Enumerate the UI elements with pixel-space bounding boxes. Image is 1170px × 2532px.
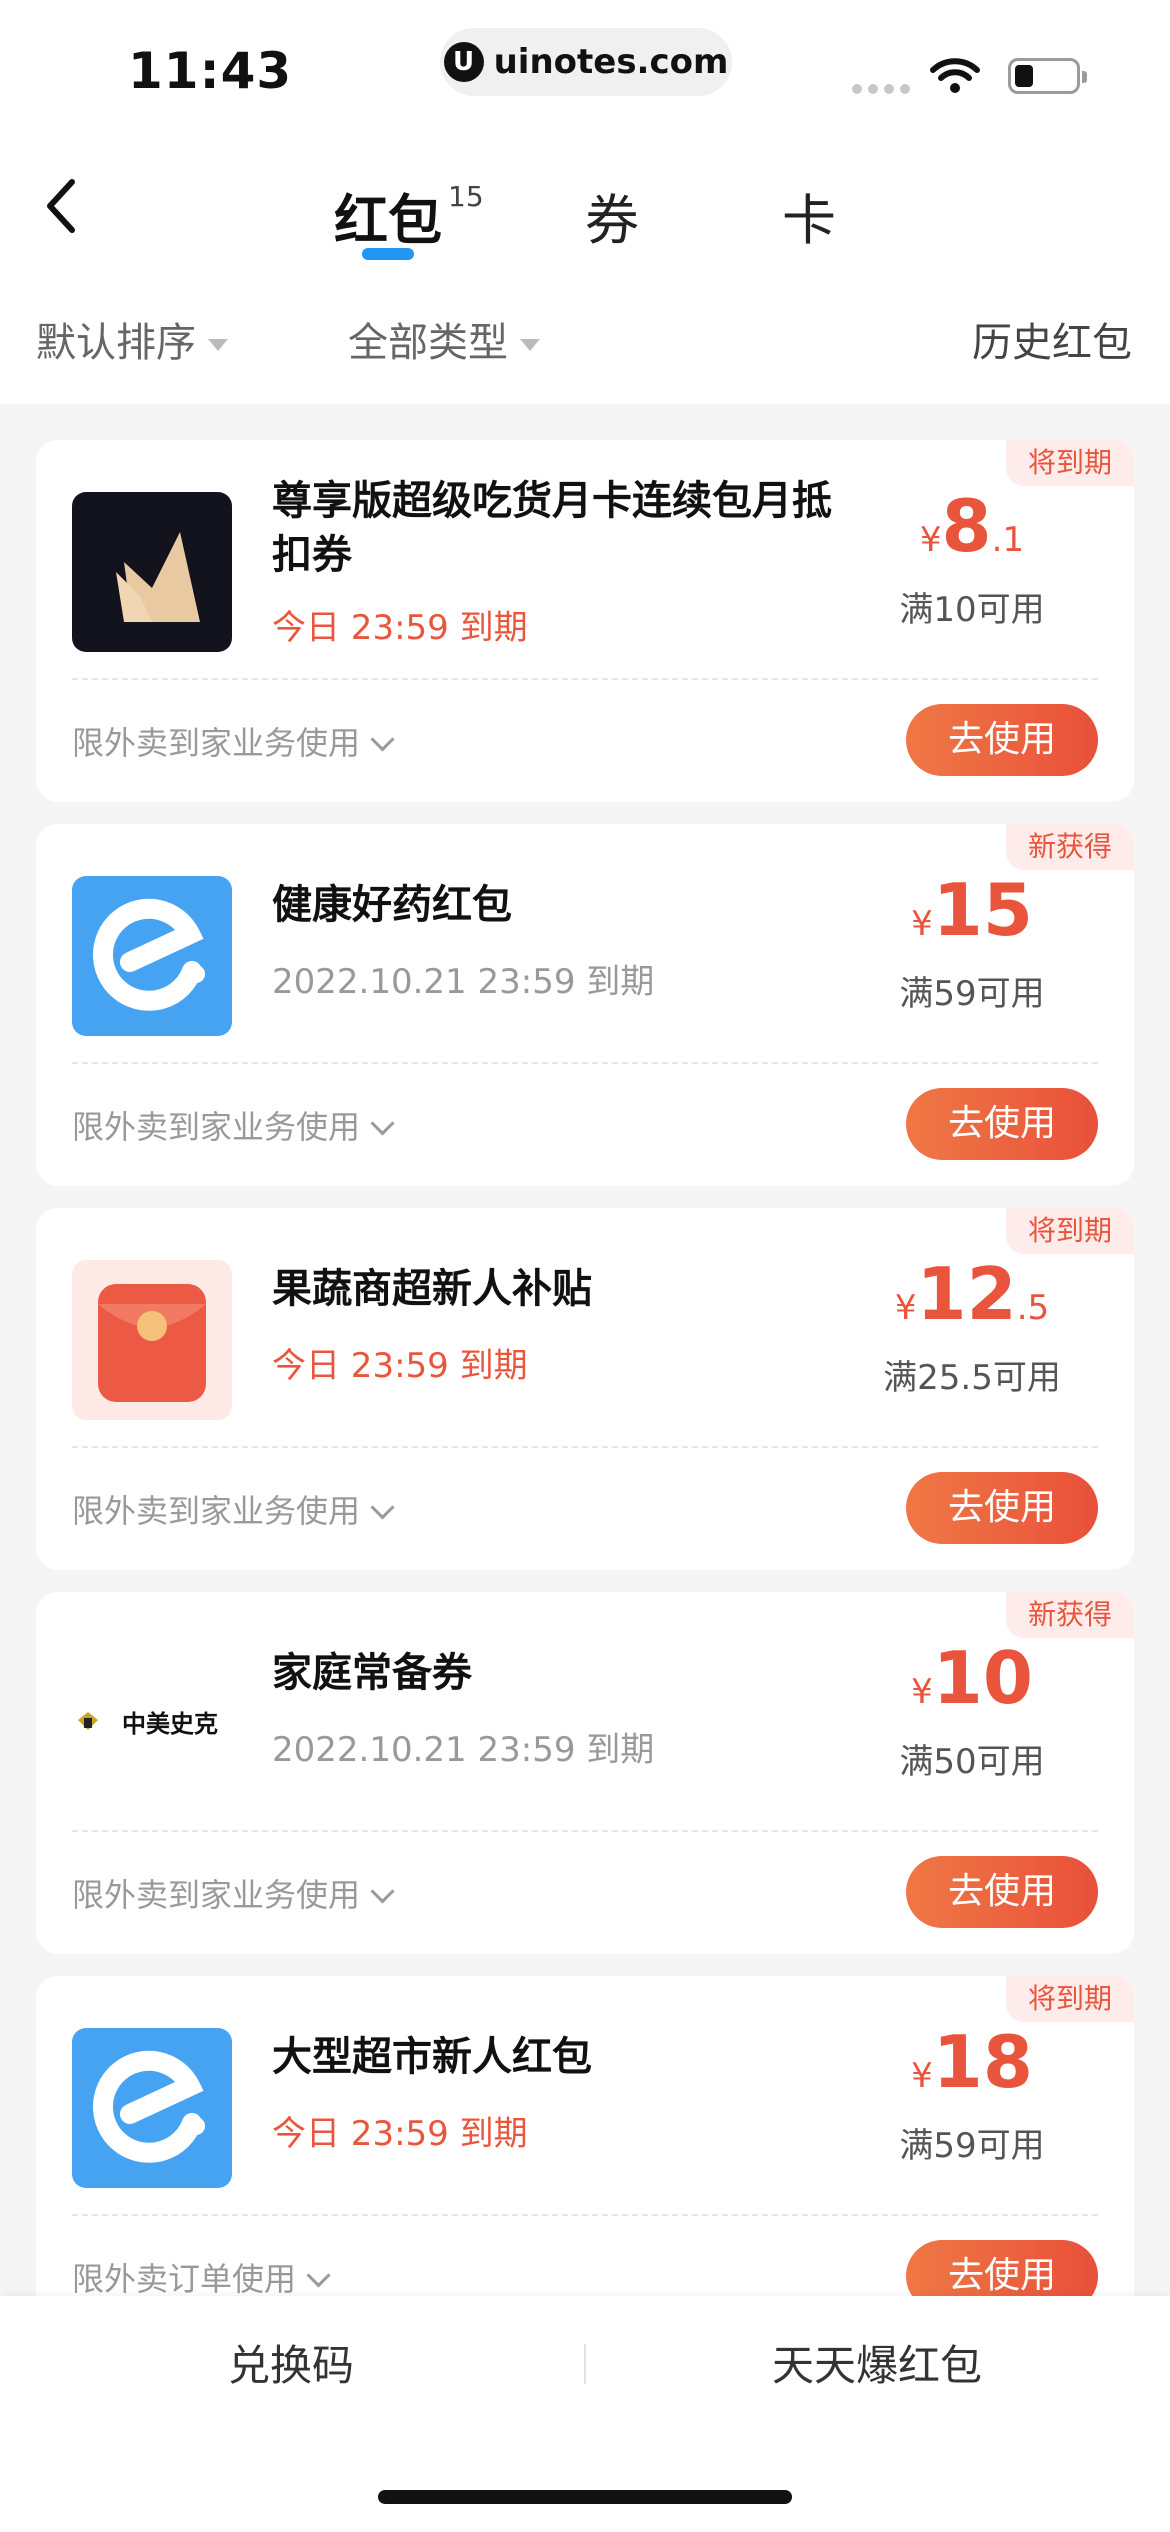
divider	[72, 1446, 1098, 1448]
coupon-card[interactable]: 尊享版超级吃货月卡连续包月抵扣券 今日 23:59 到期 ¥8.1 满10可用 …	[36, 440, 1134, 802]
url-pill[interactable]: U uinotes.com	[440, 28, 732, 96]
crown-icon	[72, 492, 232, 652]
coupon-card[interactable]: 健康好药红包 2022.10.21 23:59 到期 ¥15 满59可用 新获得…	[36, 824, 1134, 1186]
coupon-threshold: 满25.5可用	[883, 1358, 1061, 1398]
use-button[interactable]: 去使用	[906, 1856, 1098, 1928]
chevron-down-icon	[370, 1879, 395, 1904]
back-chevron-icon[interactable]	[40, 176, 84, 236]
coupon-title: 果蔬商超新人补贴	[272, 1266, 592, 1312]
chevron-down-icon	[370, 727, 395, 752]
divider	[72, 678, 1098, 680]
currency-symbol: ¥	[911, 904, 933, 944]
amount-decimal: .5	[1016, 1288, 1050, 1328]
currency-symbol: ¥	[911, 1672, 933, 1712]
home-indicator[interactable]	[378, 2490, 792, 2504]
url-text: uinotes.com	[493, 42, 729, 82]
caret-down-icon	[520, 339, 540, 351]
coupon-amount: ¥8.1	[842, 484, 1102, 568]
coupon-threshold: 满10可用	[899, 590, 1045, 630]
tab-ka[interactable]: 卡	[782, 176, 836, 255]
coupon-card[interactable]: 果蔬商超新人补贴 今日 23:59 到期 ¥12.5 满25.5可用 将到期 限…	[36, 1208, 1134, 1570]
eleme-logo-icon	[72, 2028, 232, 2188]
scope-expand[interactable]: 限外卖到家业务使用	[72, 1870, 395, 1916]
chevron-down-icon	[370, 1111, 395, 1136]
divider	[72, 1830, 1098, 1832]
coupon-title: 家庭常备券	[272, 1650, 472, 1696]
divider	[72, 1062, 1098, 1064]
use-button[interactable]: 去使用	[906, 1472, 1098, 1544]
sort-label: 默认排序	[36, 320, 196, 366]
coupon-expiry: 今日 23:59 到期	[272, 2114, 528, 2154]
wifi-icon	[930, 58, 980, 93]
coupon-expiry: 今日 23:59 到期	[272, 1346, 528, 1386]
active-tab-indicator	[362, 248, 414, 260]
coupon-threshold: 满59可用	[899, 974, 1045, 1014]
coupon-amount: ¥12.5	[842, 1252, 1102, 1336]
coupon-title: 大型超市新人红包	[272, 2034, 592, 2080]
sort-dropdown[interactable]: 默认排序	[36, 310, 228, 368]
tab-hongbao-count: 15	[448, 180, 484, 213]
battery-icon	[1008, 58, 1087, 94]
status-badge: 新获得	[1005, 824, 1134, 870]
tab-hongbao[interactable]: 红包	[334, 176, 442, 255]
status-time: 11:43	[128, 42, 293, 100]
coupon-expiry: 2022.10.21 23:59 到期	[272, 1730, 655, 1770]
scope-expand[interactable]: 限外卖到家业务使用	[72, 1102, 395, 1148]
header: 11:43 U uinotes.com 红包 15 券 卡 默认排序 全部类型 …	[0, 0, 1170, 404]
eleme-logo-icon	[72, 876, 232, 1036]
currency-symbol: ¥	[911, 2056, 933, 2096]
history-link[interactable]: 历史红包	[972, 310, 1132, 368]
daily-red-packet-button[interactable]: 天天爆红包	[772, 2332, 982, 2393]
currency-symbol: ¥	[894, 1288, 917, 1328]
scope-label: 限外卖到家业务使用	[72, 1108, 361, 1146]
scope-expand[interactable]: 限外卖到家业务使用	[72, 718, 395, 764]
chevron-down-icon	[306, 2263, 331, 2288]
coupon-amount: ¥18	[842, 2020, 1102, 2104]
coupon-card[interactable]: 大型超市新人红包 今日 23:59 到期 ¥18 满59可用 将到期 限外卖订单…	[36, 1976, 1134, 2338]
redeem-code-button[interactable]: 兑换码	[228, 2332, 354, 2393]
amount-integer: 18	[932, 2020, 1033, 2104]
amount-integer: 8	[941, 484, 992, 568]
amount-integer: 12	[916, 1252, 1017, 1336]
use-button[interactable]: 去使用	[906, 704, 1098, 776]
divider	[72, 2214, 1098, 2216]
tab-quan[interactable]: 券	[585, 176, 639, 255]
currency-symbol: ¥	[919, 520, 942, 560]
coupon-amount: ¥15	[842, 868, 1102, 952]
site-logo-icon: U	[443, 42, 484, 82]
scope-label: 限外卖到家业务使用	[72, 724, 361, 762]
amount-integer: 10	[932, 1636, 1033, 1720]
status-badge: 将到期	[1005, 1208, 1134, 1254]
scope-label: 限外卖到家业务使用	[72, 1876, 361, 1914]
type-label: 全部类型	[348, 320, 508, 366]
cellular-signal-icon	[852, 84, 910, 94]
amount-decimal: .1	[991, 520, 1025, 560]
brand-logo-text: 中美史克	[122, 1710, 218, 1738]
scope-expand[interactable]: 限外卖订单使用	[72, 2254, 331, 2300]
coupon-threshold: 满59可用	[899, 2126, 1045, 2166]
use-button[interactable]: 去使用	[906, 1088, 1098, 1160]
scope-label: 限外卖到家业务使用	[72, 1492, 361, 1530]
scope-expand[interactable]: 限外卖到家业务使用	[72, 1486, 395, 1532]
coupon-threshold: 满50可用	[899, 1742, 1045, 1782]
coupon-expiry: 2022.10.21 23:59 到期	[272, 962, 655, 1002]
coupon-card[interactable]: 中美史克 家庭常备券 2022.10.21 23:59 到期 ¥10 满50可用…	[36, 1592, 1134, 1954]
caret-down-icon	[208, 339, 228, 351]
scope-label: 限外卖订单使用	[72, 2260, 297, 2298]
status-badge: 将到期	[1005, 440, 1134, 486]
status-badge: 新获得	[1005, 1592, 1134, 1638]
coupon-title: 健康好药红包	[272, 882, 512, 928]
divider	[584, 2344, 586, 2384]
type-dropdown[interactable]: 全部类型	[348, 310, 540, 368]
chevron-down-icon	[370, 1495, 395, 1520]
status-badge: 将到期	[1005, 1976, 1134, 2022]
coupon-title: 尊享版超级吃货月卡连续包月抵扣券	[272, 478, 832, 578]
amount-integer: 15	[932, 868, 1033, 952]
red-envelope-icon	[72, 1260, 232, 1420]
coupon-expiry: 今日 23:59 到期	[272, 608, 528, 648]
brand-logo-icon: 中美史克	[72, 1644, 232, 1804]
coupon-amount: ¥10	[842, 1636, 1102, 1720]
